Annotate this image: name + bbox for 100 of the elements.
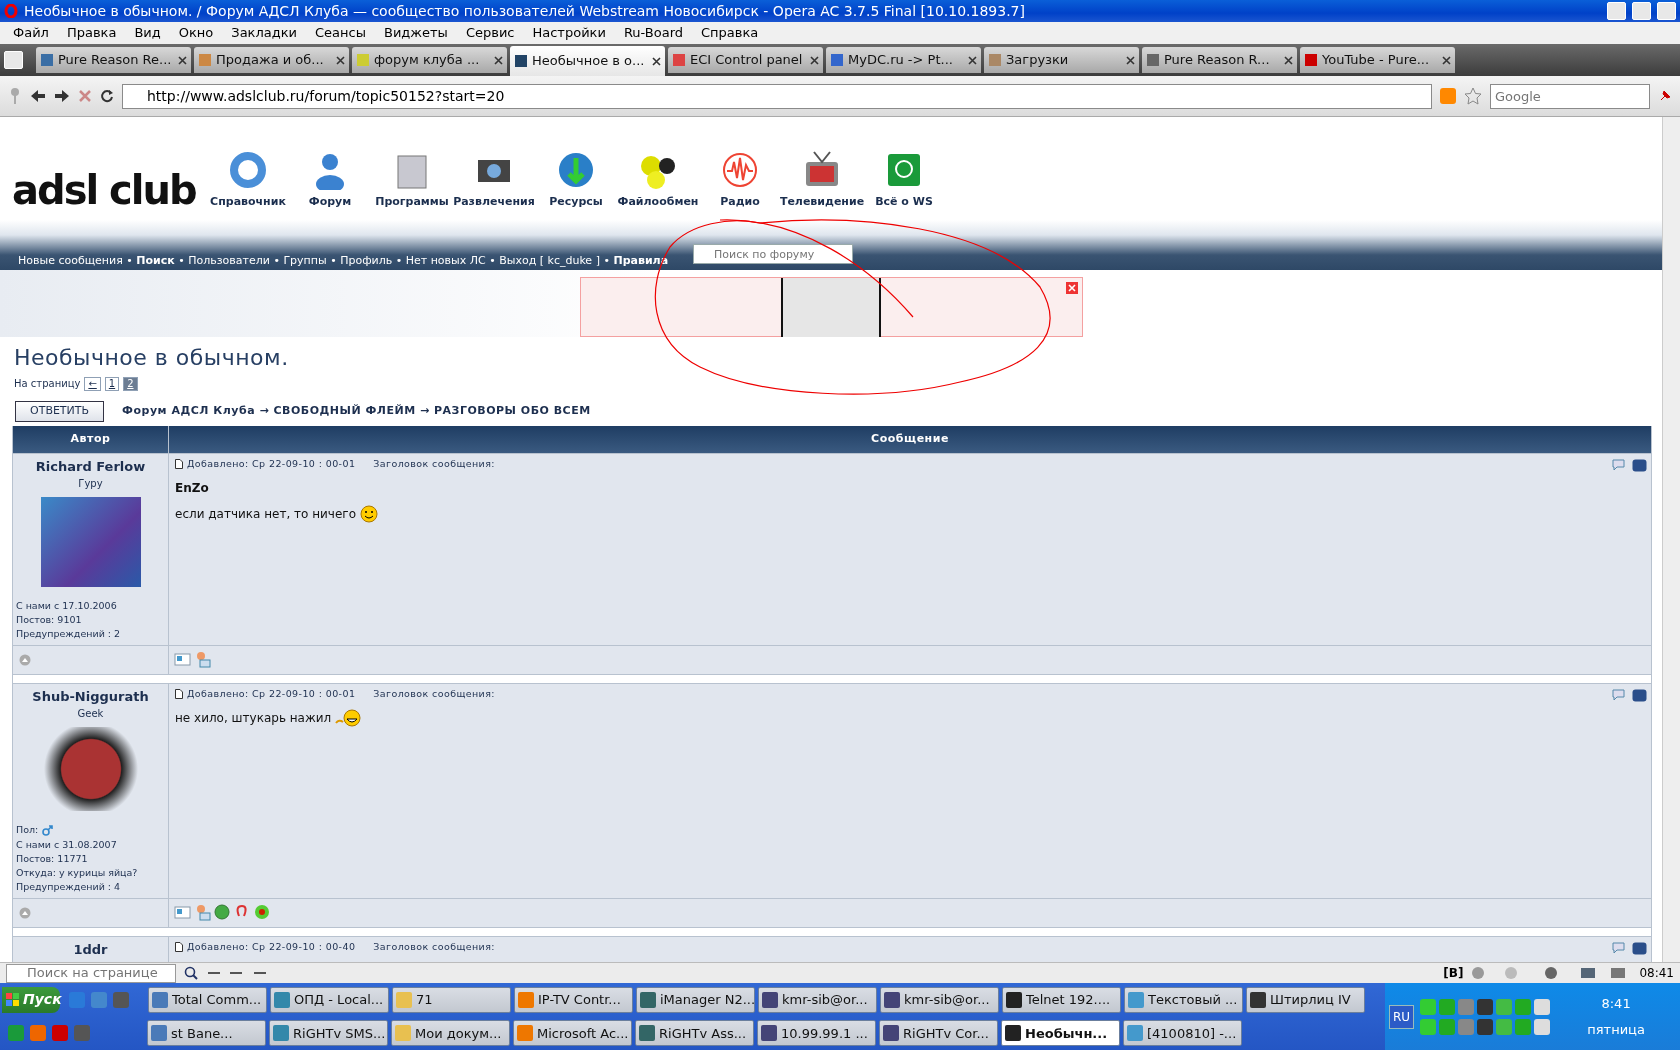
taskbar-button[interactable]: Telnet 192.... <box>1002 986 1121 1013</box>
browser-tab[interactable]: Pure Reason Re... <box>36 47 191 73</box>
menu-item[interactable]: Закладки <box>222 23 307 43</box>
menu-item[interactable]: Файл <box>4 23 58 43</box>
user-mail-icon[interactable] <box>194 651 211 668</box>
nav-link[interactable]: Форум <box>308 193 352 210</box>
star-icon[interactable] <box>1464 87 1482 105</box>
taskbar-button[interactable]: IP-TV Contr... <box>514 986 633 1013</box>
author-name[interactable]: Shub-Niggurath <box>16 686 165 706</box>
menu-item[interactable]: Ru-Board <box>614 23 693 43</box>
app-icon[interactable] <box>113 991 129 1008</box>
taskbar-button[interactable]: Необычн... <box>1001 1020 1120 1047</box>
reload-icon[interactable] <box>100 89 114 103</box>
maximize-button[interactable] <box>1632 2 1651 20</box>
app-icon[interactable] <box>30 1025 46 1042</box>
menu-item[interactable]: Сеансы <box>306 23 375 43</box>
close-icon[interactable] <box>1065 282 1078 294</box>
taskbar-button[interactable]: kmr-sib@or... <box>758 986 877 1013</box>
breadcrumb[interactable]: Форум АДСЛ Клуба → СВОБОДНЫЙ ФЛЕЙМ → РАЗГОВОРЫ ОБО ВСЕМ <box>122 403 591 420</box>
tray-icon[interactable] <box>1496 998 1513 1015</box>
taskbar-button[interactable]: Total Comm... <box>148 986 267 1013</box>
author-name[interactable]: Richard Ferlow <box>16 456 165 476</box>
taskbar-button[interactable]: 71 <box>392 986 511 1013</box>
app-icon[interactable] <box>69 991 85 1008</box>
taskbar-button[interactable]: RiGHTv Ass... <box>635 1020 754 1047</box>
new-tab-button[interactable] <box>4 51 23 69</box>
language-indicator[interactable]: RU <box>1389 1004 1415 1029</box>
tray-icon[interactable] <box>1477 998 1494 1015</box>
lifebuoy-icon[interactable] <box>228 149 268 190</box>
reply-button[interactable]: ОТВЕТИТЬ <box>15 401 105 422</box>
tray-icon[interactable] <box>1477 1018 1494 1035</box>
taskbar-button[interactable]: [4100810] -... <box>1123 1020 1242 1047</box>
taskbar-button[interactable]: 10.99.99.1 ... <box>757 1020 876 1047</box>
page-link[interactable]: 1 <box>104 376 120 391</box>
taskbar-button[interactable]: st Bane... <box>147 1020 266 1047</box>
nav-link[interactable]: Справочник <box>210 193 286 210</box>
app-icon[interactable] <box>91 991 107 1008</box>
author-name[interactable]: 1ddr <box>16 939 165 959</box>
menu-item[interactable]: Виджеты <box>375 23 457 43</box>
nav-link[interactable]: Ресурсы <box>549 193 603 210</box>
menu-item[interactable]: Вид <box>125 23 170 43</box>
opera-logo-icon <box>4 4 18 18</box>
taskbar-button[interactable]: Текстовый ... <box>1124 986 1243 1013</box>
nav-link[interactable]: Телевидение <box>779 193 865 210</box>
taskbar-button[interactable]: kmr-sib@or... <box>880 986 999 1013</box>
menu-item[interactable]: Правка <box>57 23 126 43</box>
app-icon[interactable] <box>52 1025 68 1042</box>
close-button[interactable] <box>1657 2 1676 20</box>
page-link[interactable]: 2 <box>123 376 138 391</box>
mode-indicator[interactable]: [B] <box>1443 964 1464 982</box>
nav-link[interactable]: Радио <box>720 193 760 210</box>
site-logo[interactable]: adsl club <box>12 170 207 210</box>
browser-tab[interactable]: Загрузки <box>984 47 1139 73</box>
taskbar-button[interactable]: Microsoft Ac... <box>513 1020 632 1047</box>
prev-page-link[interactable]: ← <box>84 376 101 391</box>
taskbar-button[interactable]: RiGHTv Cor... <box>879 1020 998 1047</box>
browser-tab[interactable]: Необычное в о... <box>510 46 665 76</box>
taskbar-button[interactable]: RiGHTv SMS... <box>269 1020 388 1047</box>
tray-icon[interactable] <box>1420 1018 1437 1035</box>
menu-item[interactable]: Справка <box>692 23 768 43</box>
menu-item[interactable]: Настройки <box>523 23 615 43</box>
find-field[interactable]: Поиск на странице <box>6 963 176 983</box>
minimize-button[interactable] <box>1607 2 1626 20</box>
browser-tab[interactable]: форум клуба ... <box>352 47 507 73</box>
browser-tab[interactable]: Продажа и об... <box>194 47 349 73</box>
menu-item[interactable]: Сервис <box>456 23 524 43</box>
tray-icon[interactable] <box>1534 998 1551 1015</box>
browser-tab[interactable]: YouTube - Pure... <box>1300 47 1455 73</box>
card-icon[interactable] <box>174 651 191 668</box>
taskbar-button[interactable]: Штирлиц IV <box>1246 986 1365 1013</box>
back-icon[interactable] <box>30 89 46 103</box>
nav-link[interactable]: Файлообмен <box>617 193 699 210</box>
search-field[interactable]: Google <box>1490 83 1650 109</box>
nav-link[interactable]: Развлечения <box>453 193 535 210</box>
stop-icon[interactable] <box>78 89 92 103</box>
pin-icon[interactable] <box>1658 89 1672 103</box>
browser-tab[interactable]: Pure Reason R... <box>1142 47 1297 73</box>
forward-icon[interactable] <box>54 89 70 103</box>
tray-icon[interactable] <box>1534 1018 1551 1035</box>
nav-link[interactable]: Всё о WS <box>875 193 933 210</box>
address-field[interactable]: http://www.adslclub.ru/forum/topic50152?start=20 <box>122 83 1432 109</box>
search-icon[interactable] <box>184 966 198 980</box>
app-icon[interactable] <box>8 1025 24 1042</box>
taskbar-button[interactable]: Мои докум... <box>391 1020 510 1047</box>
taskbar-button[interactable]: iManager N2... <box>636 986 755 1013</box>
rss-icon[interactable] <box>1440 88 1456 104</box>
nav-link[interactable]: Программы <box>375 193 449 210</box>
tray-icon[interactable] <box>1420 998 1437 1015</box>
card-icon[interactable] <box>174 904 191 921</box>
user-mail-icon[interactable] <box>194 904 211 921</box>
up-icon[interactable] <box>19 906 31 919</box>
scrollbar[interactable] <box>1662 117 1680 962</box>
tray-icon[interactable] <box>1496 1018 1513 1035</box>
menu-item[interactable]: Окно <box>169 23 223 43</box>
user-rank: Гуру <box>77 477 104 491</box>
forum-search-field[interactable]: Поиск по форуму <box>693 244 853 264</box>
taskbar-button[interactable]: ОПД - Local... <box>270 986 389 1013</box>
browser-tab[interactable]: MyDC.ru -> Pt... <box>826 47 981 73</box>
browser-tab[interactable]: ECI Control panel <box>668 47 823 73</box>
up-icon[interactable] <box>19 653 31 666</box>
